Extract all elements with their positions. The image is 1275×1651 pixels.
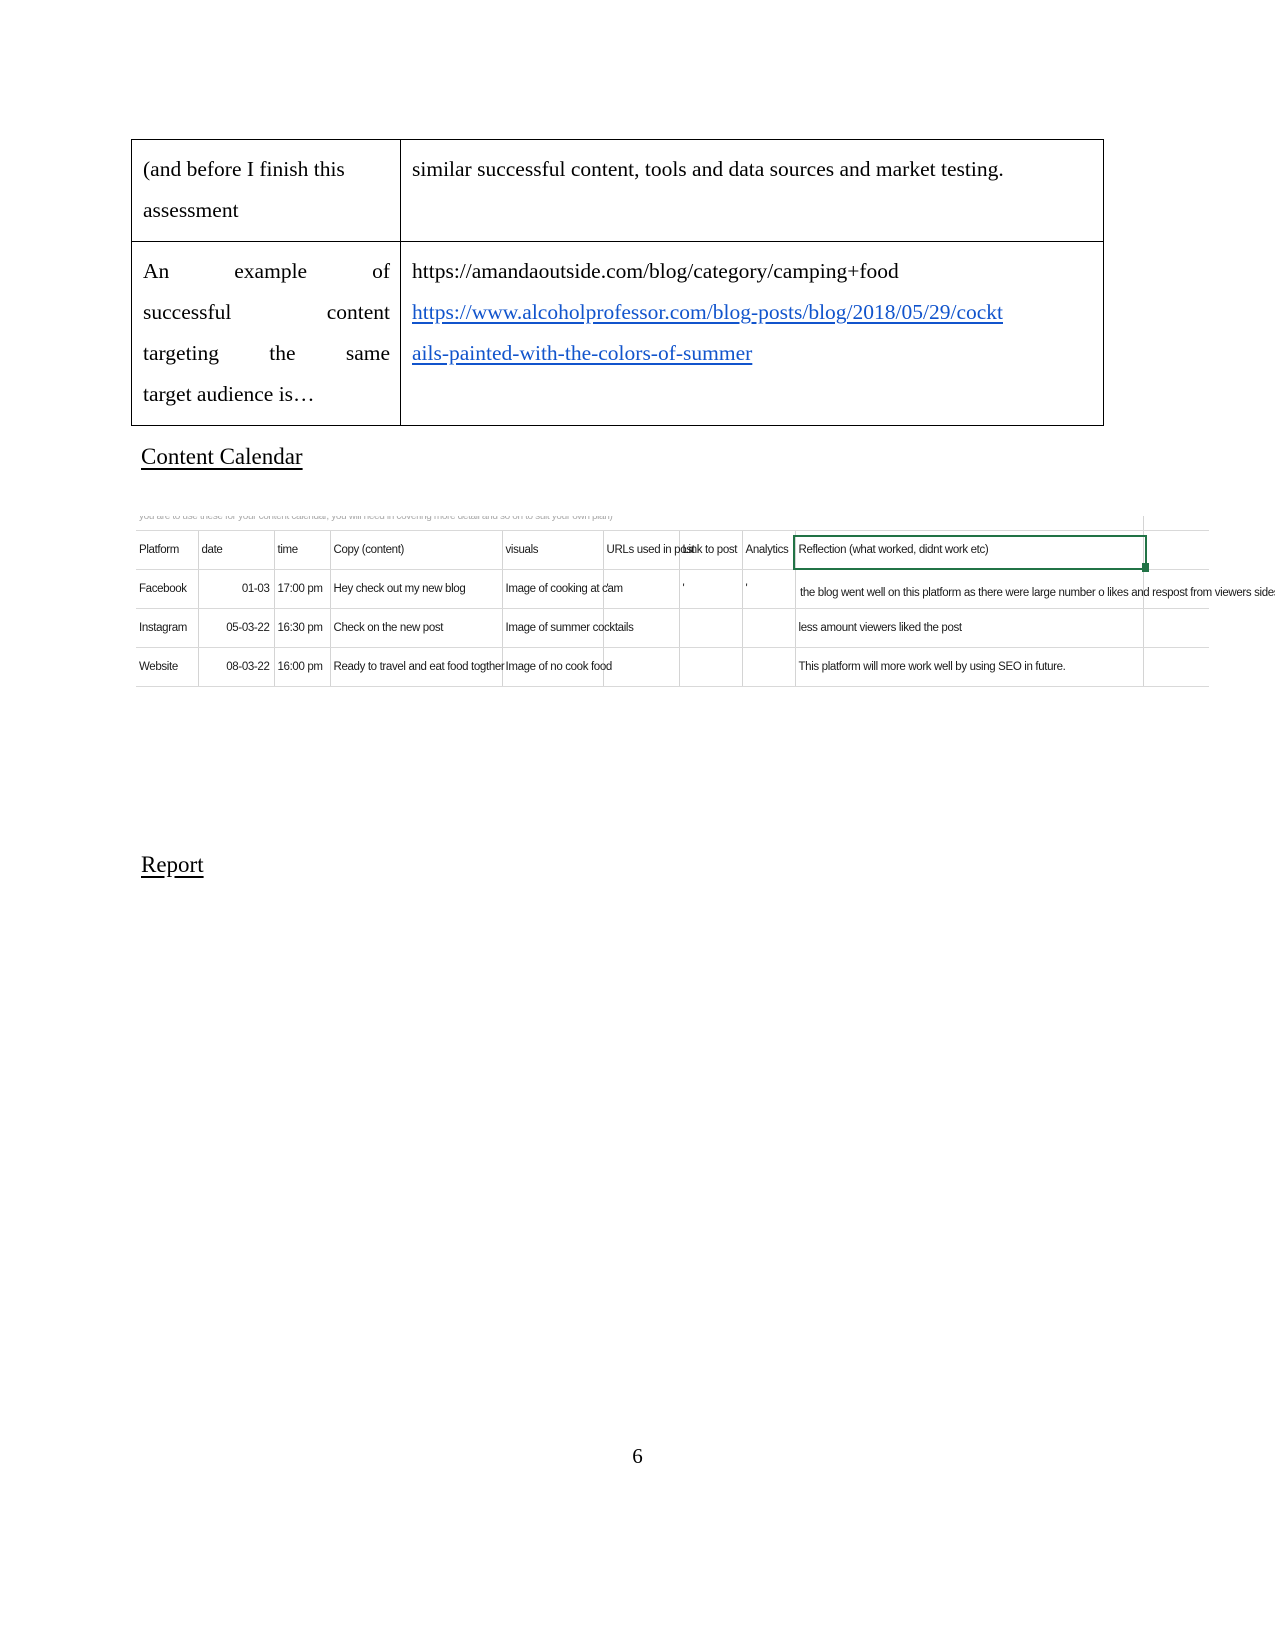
cell-date[interactable]: 08-03-22 — [198, 647, 275, 687]
spreadsheet-header-row: Platform date time Copy (content) visual… — [136, 530, 1209, 570]
plain-url-text: https://amandaoutside.com/blog/category/… — [412, 259, 899, 283]
table-cell-prompt-1: (and before I finish this assessment — [131, 139, 401, 242]
table-row: (and before I finish this assessment sim… — [131, 139, 1104, 242]
cell-urls[interactable] — [603, 647, 680, 687]
header-visuals[interactable]: visuals — [502, 530, 604, 570]
cell-line: assessment — [143, 198, 239, 222]
content-calendar-spreadsheet: you are to use these for your content ca… — [136, 516, 1209, 703]
cell-platform[interactable]: Instagram — [136, 608, 199, 648]
cell-visuals[interactable]: Image of cooking at cam — [502, 569, 623, 609]
cell-time[interactable]: 16:30 pm — [274, 608, 331, 648]
table-cell-answer-2: https://amandaoutside.com/blog/category/… — [400, 241, 1104, 426]
cell-link[interactable]: ' — [679, 569, 743, 609]
ghost-instruction-text: you are to use these for your content ca… — [139, 516, 613, 522]
ghost-tail-cell — [1143, 516, 1209, 531]
table-cell-answer-1: similar successful content, tools and da… — [400, 139, 1104, 242]
cell-visuals[interactable]: Image of no cook food — [502, 647, 612, 687]
header-urls[interactable]: URLs used in post — [603, 530, 695, 570]
document-table: (and before I finish this assessment sim… — [131, 139, 1104, 426]
cell-tail — [1143, 647, 1209, 687]
table-row: An example of successful content targeti… — [131, 241, 1104, 426]
table-cell-prompt-2: An example of successful content targeti… — [131, 241, 401, 426]
spreadsheet-ghost-row: you are to use these for your content ca… — [136, 516, 1209, 531]
cell-reflection-overflow-facebook: the blog went well on this platform as t… — [800, 587, 1275, 599]
cell-copy[interactable]: Ready to travel and eat food togther — [330, 647, 505, 687]
cell-reflection[interactable]: less amount viewers liked the post — [795, 608, 1144, 648]
cell-date[interactable]: 01-03 — [198, 569, 275, 609]
cell-analytics[interactable]: ' — [742, 569, 796, 609]
cell-text: similar successful content, tools and da… — [412, 157, 1004, 181]
header-analytics[interactable]: Analytics — [742, 530, 796, 570]
hyperlink-alcoholprofessor[interactable]: https://www.alcoholprofessor.com/blog-po… — [412, 300, 1003, 365]
spreadsheet-fill-handle[interactable] — [1142, 563, 1149, 572]
header-link[interactable]: Link to post — [679, 530, 743, 570]
header-reflection[interactable]: Reflection (what worked, didnt work etc) — [795, 530, 1144, 570]
header-platform[interactable]: Platform — [136, 530, 199, 570]
header-tail — [1143, 530, 1209, 570]
cell-line: target audience is… — [143, 382, 315, 406]
cell-date[interactable]: 05-03-22 — [198, 608, 275, 648]
cell-copy[interactable]: Check on the new post — [330, 608, 503, 648]
cell-link[interactable] — [679, 608, 743, 648]
document-page: (and before I finish this assessment sim… — [0, 0, 1275, 1651]
cell-tail — [1143, 608, 1209, 648]
hyperlink-line-1: https://www.alcoholprofessor.com/blog-po… — [412, 300, 1003, 324]
header-time[interactable]: time — [274, 530, 331, 570]
cell-line: targeting the same — [143, 341, 390, 365]
cell-analytics[interactable] — [742, 647, 796, 687]
cell-time[interactable]: 16:00 pm — [274, 647, 331, 687]
header-date[interactable]: date — [198, 530, 275, 570]
cell-reflection[interactable]: This platform will more work well by usi… — [795, 647, 1144, 687]
cell-time[interactable]: 17:00 pm — [274, 569, 331, 609]
cell-line: successful content — [143, 300, 390, 324]
cell-link[interactable] — [679, 647, 743, 687]
cell-line: (and before I finish this — [143, 157, 345, 181]
heading-content-calendar: Content Calendar — [141, 444, 303, 469]
cell-visuals[interactable]: Image of summer cocktails — [502, 608, 634, 648]
ghost-instruction-cell: you are to use these for your content ca… — [136, 516, 1144, 531]
spreadsheet-grid: you are to use these for your content ca… — [136, 516, 1209, 687]
page-number: 6 — [632, 1444, 643, 1468]
heading-report: Report — [141, 852, 204, 877]
header-copy[interactable]: Copy (content) — [330, 530, 503, 570]
hyperlink-line-2: ails-painted-with-the-colors-of-summer — [412, 341, 753, 365]
cell-platform[interactable]: Website — [136, 647, 199, 687]
cell-line: An example of — [143, 259, 390, 283]
cell-copy[interactable]: Hey check out my new blog — [330, 569, 503, 609]
cell-analytics[interactable] — [742, 608, 796, 648]
cell-platform[interactable]: Facebook — [136, 569, 199, 609]
spreadsheet-row-instagram: Instagram 05-03-22 16:30 pm Check on the… — [136, 608, 1209, 648]
spreadsheet-row-website: Website 08-03-22 16:00 pm Ready to trave… — [136, 647, 1209, 687]
